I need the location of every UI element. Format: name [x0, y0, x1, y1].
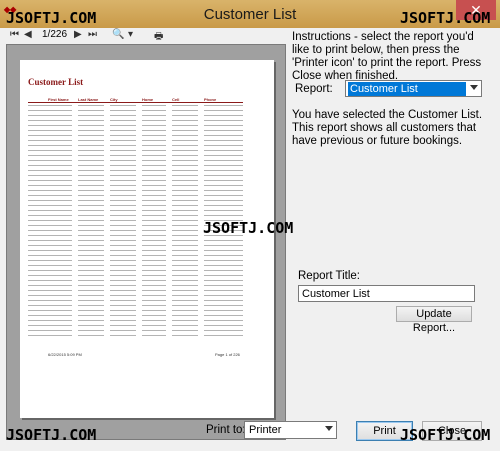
report-select[interactable]: Customer List	[345, 80, 482, 97]
chevron-down-icon	[470, 85, 478, 90]
last-page-icon[interactable]: ⏭	[88, 29, 97, 40]
first-page-icon[interactable]: ⏮	[10, 29, 19, 40]
report-footer-page: Page 1 of 226	[215, 352, 240, 357]
watermark-text: JSOFTJ.COM	[400, 9, 491, 27]
watermark-text: JSOFTJ.COM	[203, 219, 294, 237]
print-to-value: Printer	[249, 424, 282, 436]
header-rule	[28, 102, 243, 103]
report-title-value: Customer List	[302, 288, 370, 300]
zoom-icon[interactable]: 🔍	[112, 29, 124, 40]
preview-toolbar: ⏮ ◀ 1/226 ▶ ⏭ 🔍 ▾ 🖶	[4, 28, 286, 44]
report-description: You have selected the Customer List. Thi…	[292, 109, 483, 147]
report-title-input[interactable]: Customer List	[298, 285, 475, 302]
column-gap	[166, 105, 172, 340]
watermark-text: JSOFTJ.COM	[6, 9, 97, 27]
column-gap	[136, 105, 142, 340]
report-title-label: Report Title:	[298, 270, 360, 282]
watermark-text: JSOFTJ.COM	[6, 426, 97, 444]
chevron-down-icon	[325, 426, 333, 431]
report-heading: Customer List	[28, 77, 84, 87]
watermark-text: JSOFTJ.COM	[400, 426, 491, 444]
next-page-icon[interactable]: ▶	[74, 29, 82, 40]
zoom-dropdown-icon[interactable]: ▾	[128, 29, 133, 40]
print-to-label: Print to:	[206, 424, 246, 436]
column-gap	[72, 105, 78, 340]
previous-page-icon[interactable]: ◀	[24, 29, 32, 40]
print-to-select[interactable]: Printer	[244, 421, 337, 439]
report-label: Report:	[295, 83, 333, 95]
report-footer-date: 6/22/2015 5:09 PM	[48, 352, 82, 357]
report-select-value: Customer List	[348, 82, 466, 96]
instructions-text: Instructions - select the report you'd l…	[292, 31, 482, 82]
column-gap	[104, 105, 110, 340]
page-counter: 1/226	[42, 29, 68, 40]
update-report-button[interactable]: Update Report...	[396, 306, 472, 334]
